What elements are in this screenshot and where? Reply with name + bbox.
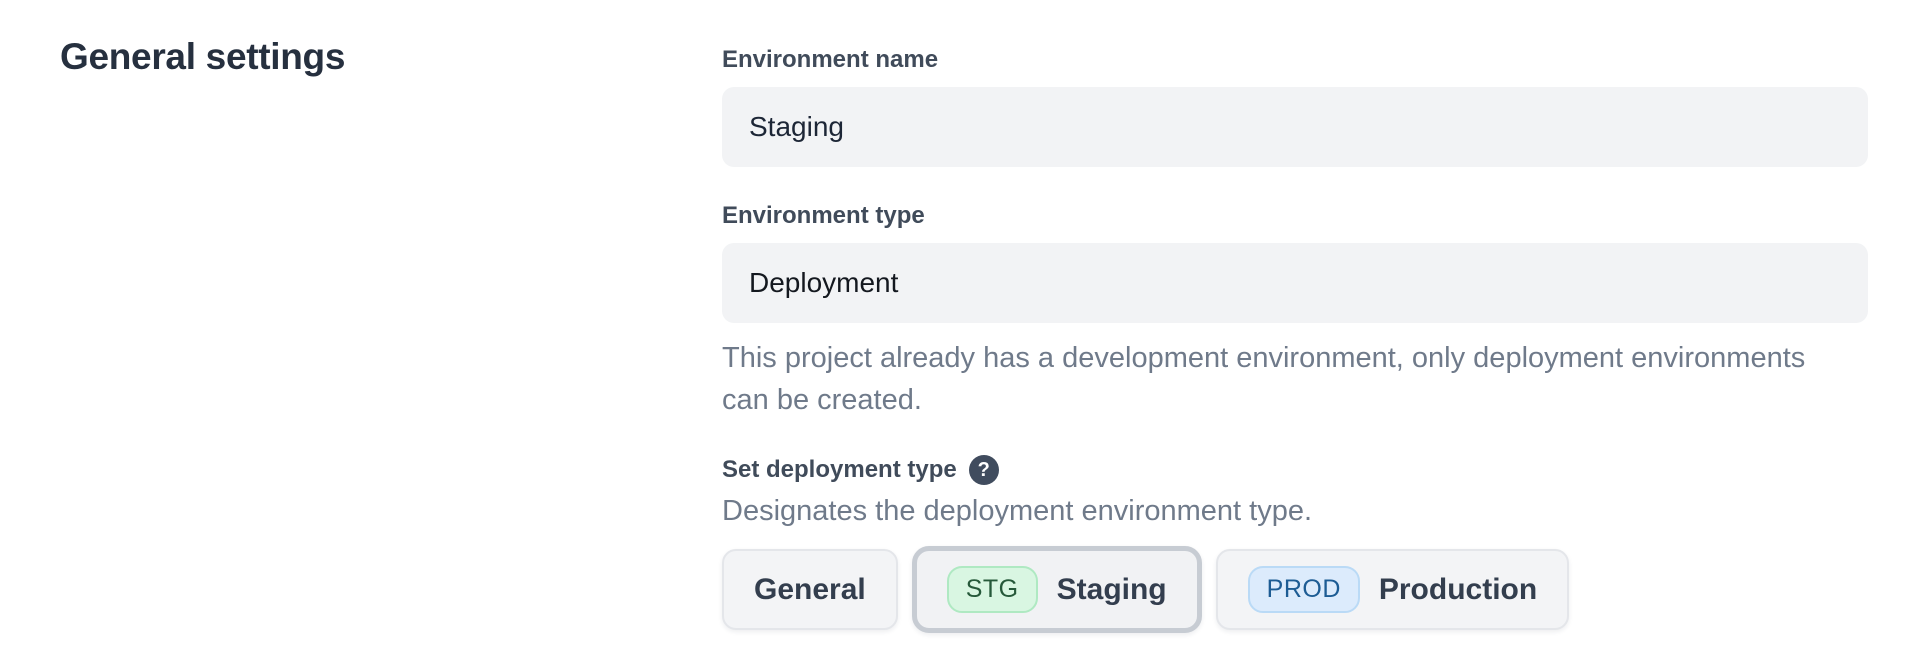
settings-form: Environment name Environment type This p…: [722, 46, 1868, 633]
environment-type-label: Environment type: [722, 202, 1868, 230]
set-deployment-type-label: Set deployment type: [722, 456, 957, 484]
page-title: General settings: [60, 36, 345, 78]
option-label: Staging: [1057, 573, 1167, 607]
staging-badge: STG: [947, 566, 1038, 613]
option-label: General: [754, 573, 866, 607]
deployment-type-option-general[interactable]: General: [722, 549, 898, 630]
option-label: Production: [1379, 573, 1537, 607]
environment-name-input[interactable]: [722, 87, 1868, 167]
deployment-type-option-production[interactable]: PROD Production: [1216, 549, 1570, 630]
deployment-type-options: General STG Staging PROD Production: [722, 546, 1868, 633]
environment-name-label: Environment name: [722, 46, 1868, 74]
environment-type-input[interactable]: [722, 243, 1868, 323]
deployment-type-option-staging[interactable]: STG Staging: [912, 546, 1202, 633]
production-badge: PROD: [1248, 566, 1360, 613]
question-mark-icon[interactable]: ?: [969, 455, 999, 485]
deployment-type-description: Designates the deployment environment ty…: [722, 495, 1868, 528]
set-deployment-type-row: Set deployment type ?: [722, 455, 1868, 485]
environment-type-helper-text: This project already has a development e…: [722, 337, 1857, 421]
